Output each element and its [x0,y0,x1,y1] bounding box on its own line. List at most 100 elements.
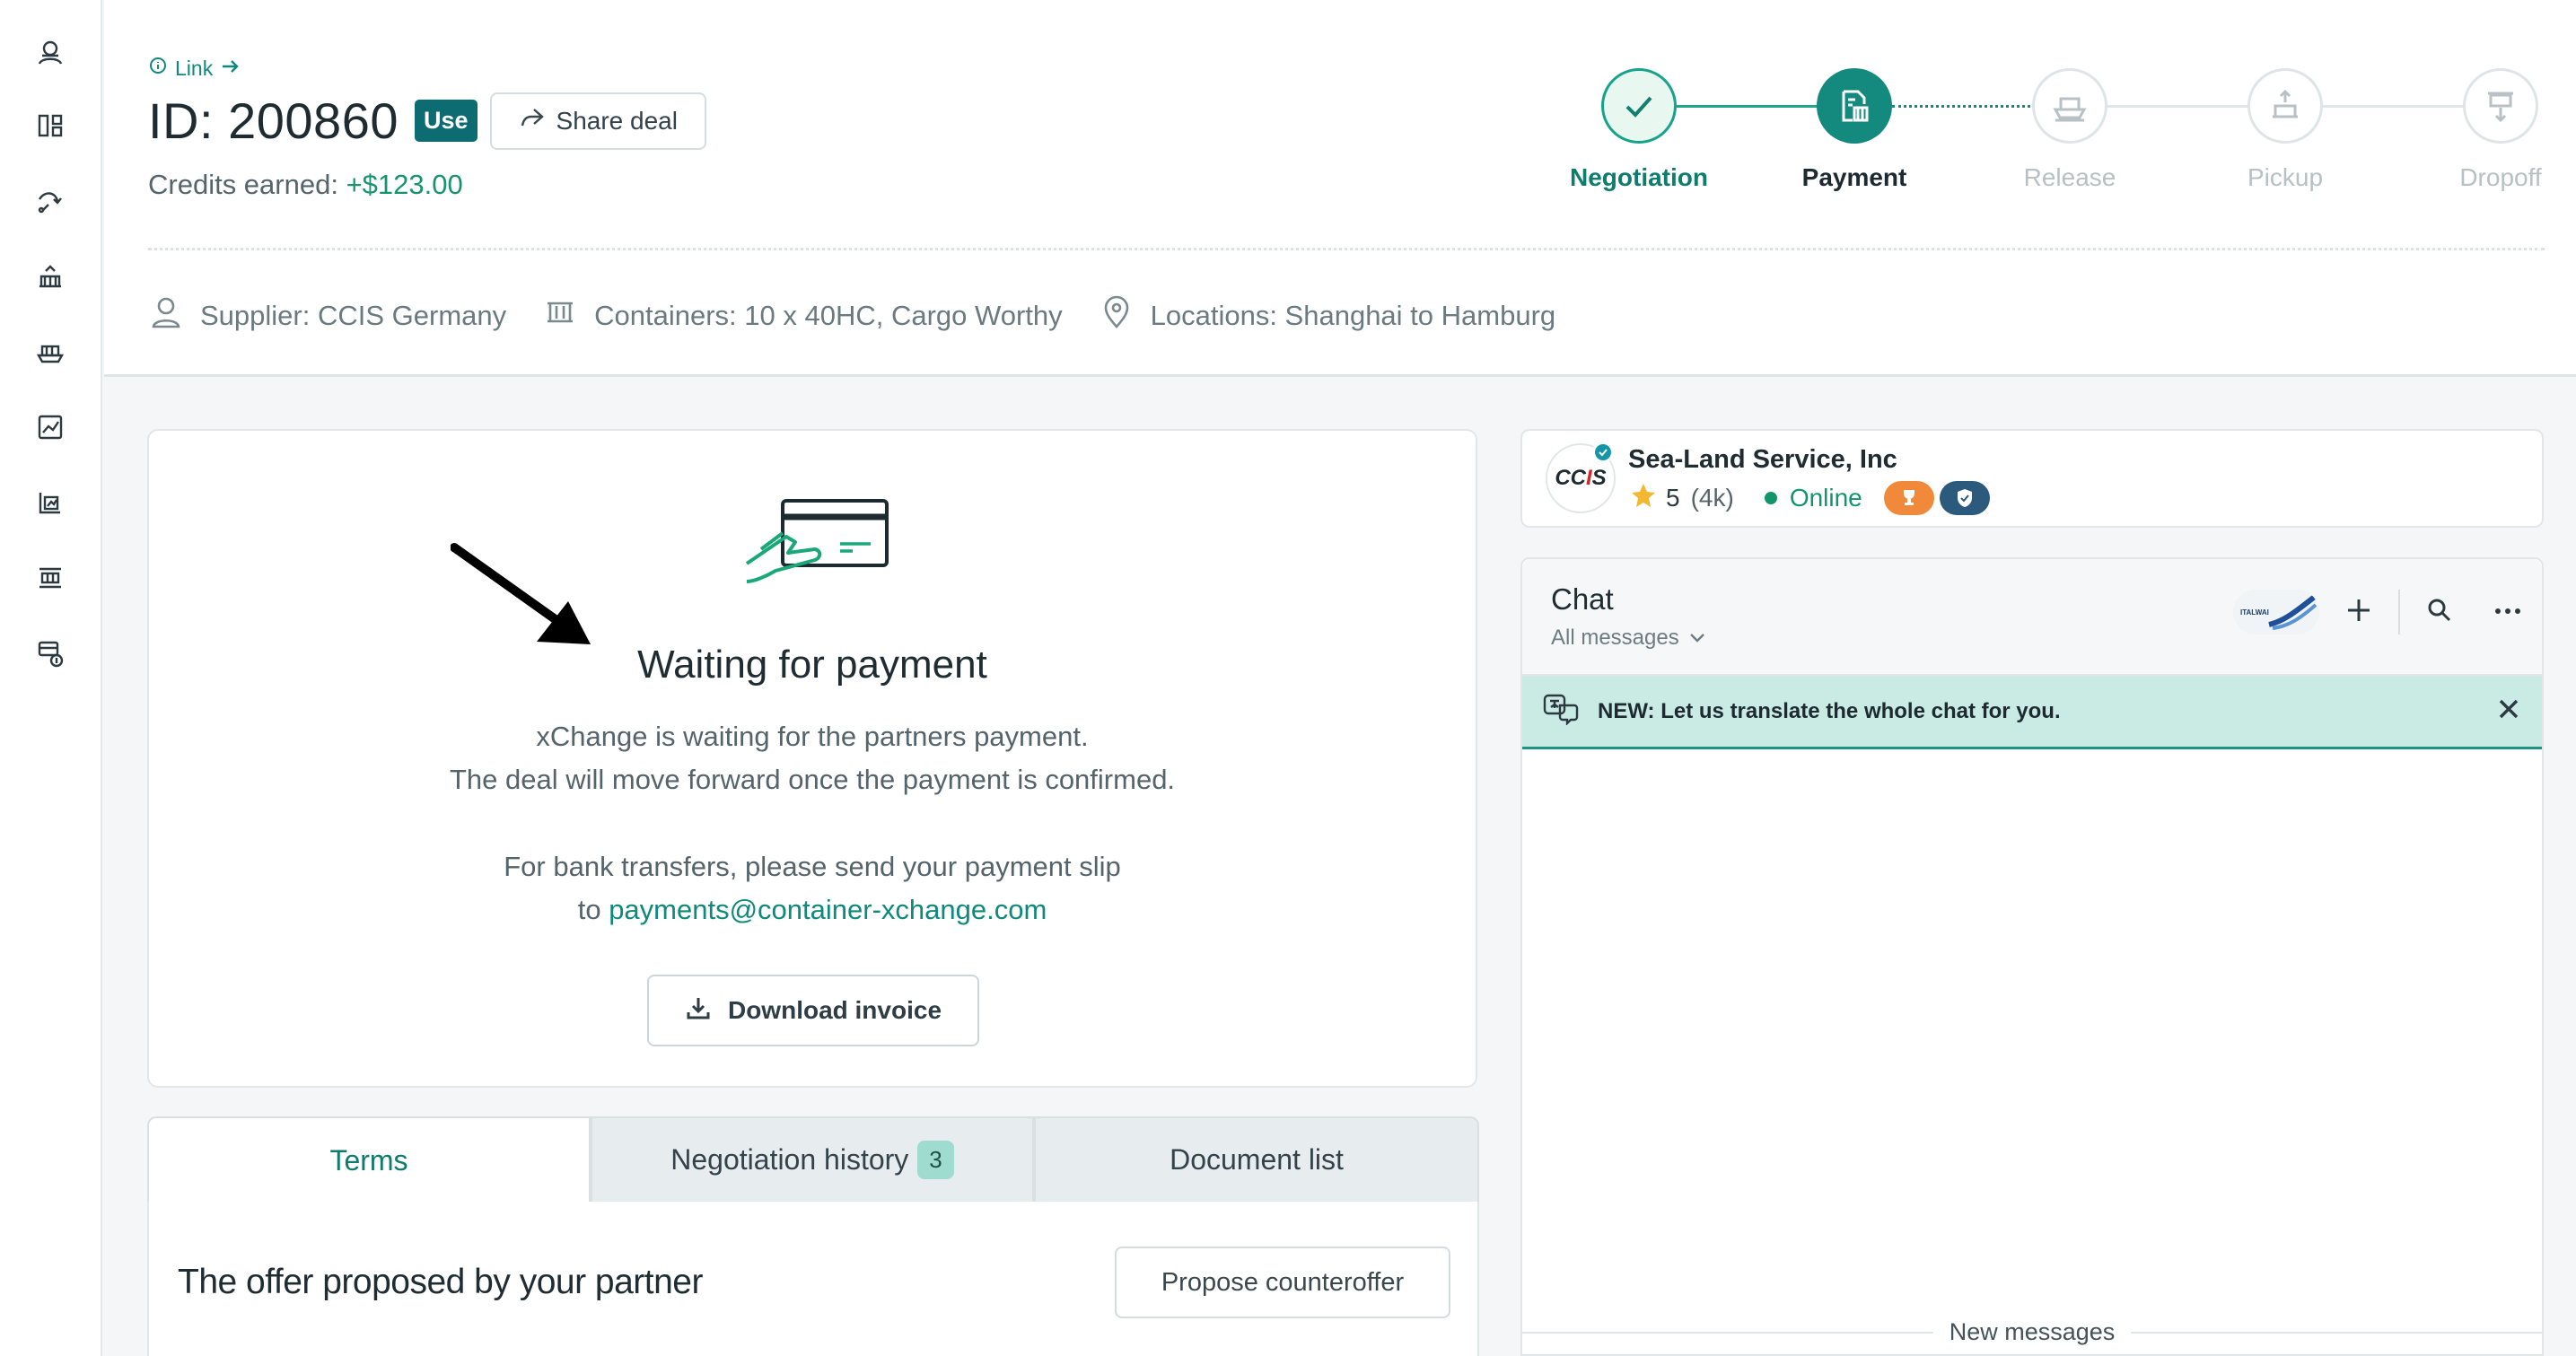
tab-count-badge: 3 [917,1141,954,1179]
use-badge: Use [414,100,478,142]
translate-banner: NEW: Let us translate the whole chat for… [1522,676,2542,749]
ship-icon[interactable] [31,332,70,372]
chat-filter-dropdown[interactable]: All messages [1551,626,1706,651]
payment-status-line: The deal will move forward once the paym… [449,764,1176,795]
payment-email-link[interactable]: payments@container-xchange.com [609,894,1047,925]
online-status-dot [1764,492,1777,504]
shield-icon [1939,481,1990,515]
step-label: Pickup [2247,163,2324,191]
verified-icon [1592,442,1614,463]
analytics-icon[interactable] [31,407,70,447]
payment-status-line: xChange is waiting for the partners paym… [536,721,1089,752]
divider [148,248,2545,250]
dashboard-icon[interactable] [31,106,70,145]
arrow-pointer-icon [450,542,603,659]
partner-name: Sea-Land Service, Inc [1628,445,1897,474]
step-label: Negotiation [1570,163,1708,191]
step-pickup[interactable]: Pickup [2177,68,2393,192]
payment-status-line: For bank transfers, please send your pay… [504,851,1121,882]
step-label: Payment [1801,163,1907,191]
locations-label: Locations: Shanghai to Hamburg [1150,300,1556,331]
person-icon [148,294,184,337]
step-negotiation[interactable]: Negotiation [1531,68,1747,192]
arrow-right-icon [220,57,241,81]
ship-release-icon [2032,68,2107,144]
payment-email-prefix: to [577,894,601,925]
partner-reviews: (4k) [1690,484,1734,512]
share-deal-label: Share deal [556,106,678,135]
tab-label: Negotiation history [670,1143,909,1176]
supplier-info: Supplier: CCIS Germany [148,294,506,337]
partner-logo-text: CC [1555,466,1586,490]
payment-email-line: to payments@container-xchange.com [149,894,1476,926]
translate-icon [1542,693,1580,730]
check-icon [1601,68,1677,144]
inventory-icon[interactable] [31,558,70,598]
pickup-icon [2247,68,2323,144]
offer-title: The offer proposed by your partner [178,1263,703,1301]
deal-tabs: Terms Negotiation history 3 Document lis… [147,1116,1479,1203]
tab-terms[interactable]: Terms [147,1116,591,1203]
more-options-icon[interactable] [2493,604,2522,620]
add-participant-icon[interactable] [2344,596,2373,629]
tab-label: Terms [329,1144,408,1177]
chat-title: Chat [1551,582,1614,616]
reports-icon[interactable] [31,483,70,522]
toolbar-separator [2398,590,2400,634]
payment-status-title: Waiting for payment [637,643,987,687]
download-invoice-button[interactable]: Download invoice [647,975,979,1046]
translate-notice: NEW: Let us translate the whole chat for… [1598,698,2061,723]
chevron-down-icon [1688,626,1706,651]
supplier-label: Supplier: CCIS Germany [200,300,507,331]
divider-line [2131,1331,2543,1334]
divider-line [1522,1331,1933,1334]
partner-card[interactable]: CC I S Sea-Land Service, Inc 5 (4k) Online [1520,429,2544,528]
card-payment-icon [741,497,894,591]
share-deal-button[interactable]: Share deal [489,92,706,150]
step-label: Dropoff [2459,163,2542,191]
deal-meta: Supplier: CCIS Germany Containers: 10 x … [148,294,1591,337]
dropoff-icon [2463,68,2538,144]
sidebar [0,0,102,1356]
payment-document-icon [1817,68,1892,144]
close-icon[interactable] [2495,695,2522,727]
participant-avatar[interactable]: ITALWAI [2233,590,2319,634]
deal-progress-stepper: Negotiation Payment Release Pickup Dropo… [1531,68,2576,194]
container-icon [542,294,578,337]
tab-document-list[interactable]: Document list [1034,1116,1479,1203]
partner-logo-text: I [1585,466,1592,490]
step-release[interactable]: Release [1962,68,2177,192]
star-icon [1630,482,1657,515]
deal-header: Link ID: 200860 Use Share deal Credits e… [104,0,2576,377]
download-invoice-label: Download invoice [727,996,942,1024]
deal-link[interactable]: Link [148,56,241,81]
new-messages-divider: New messages [1522,1318,2543,1346]
trophy-icon [1883,481,1934,515]
chat-tools: ITALWAI [2233,590,2522,634]
search-icon[interactable] [2425,596,2454,629]
containers-label: Containers: 10 x 40HC, Cargo Worthy [594,300,1063,331]
propose-counteroffer-button[interactable]: Propose counteroffer [1115,1247,1450,1318]
tab-label: Document list [1170,1143,1344,1176]
routes-icon[interactable] [31,181,70,221]
terms-panel: The offer proposed by your partner Propo… [147,1202,1479,1356]
locations-info: Locations: Shanghai to Hamburg [1099,294,1556,337]
step-payment[interactable]: Payment [1747,68,1962,192]
new-messages-label: New messages [1949,1318,2116,1345]
credits-earned: Credits earned: +$123.00 [148,169,463,201]
step-dropoff[interactable]: Dropoff [2393,68,2576,192]
partner-status: Online [1789,484,1862,512]
payment-status-card: Waiting for payment xChange is waiting f… [147,429,1477,1088]
containers-info: Containers: 10 x 40HC, Cargo Worthy [542,294,1063,337]
deal-link-label: Link [175,56,214,80]
containers-icon[interactable] [31,257,70,296]
tab-negotiation-history[interactable]: Negotiation history 3 [591,1116,1034,1203]
billing-icon[interactable] [31,634,70,673]
chat-header: Chat All messages ITALWAI [1522,559,2542,676]
partner-rating: 5 [1666,484,1680,512]
chat-filter-label: All messages [1551,626,1679,650]
user-icon[interactable] [31,32,70,72]
location-pin-icon [1099,294,1135,337]
step-label: Release [2023,163,2116,191]
chat-panel: Chat All messages ITALWAI NEW: Let us tr… [1520,557,2544,1356]
